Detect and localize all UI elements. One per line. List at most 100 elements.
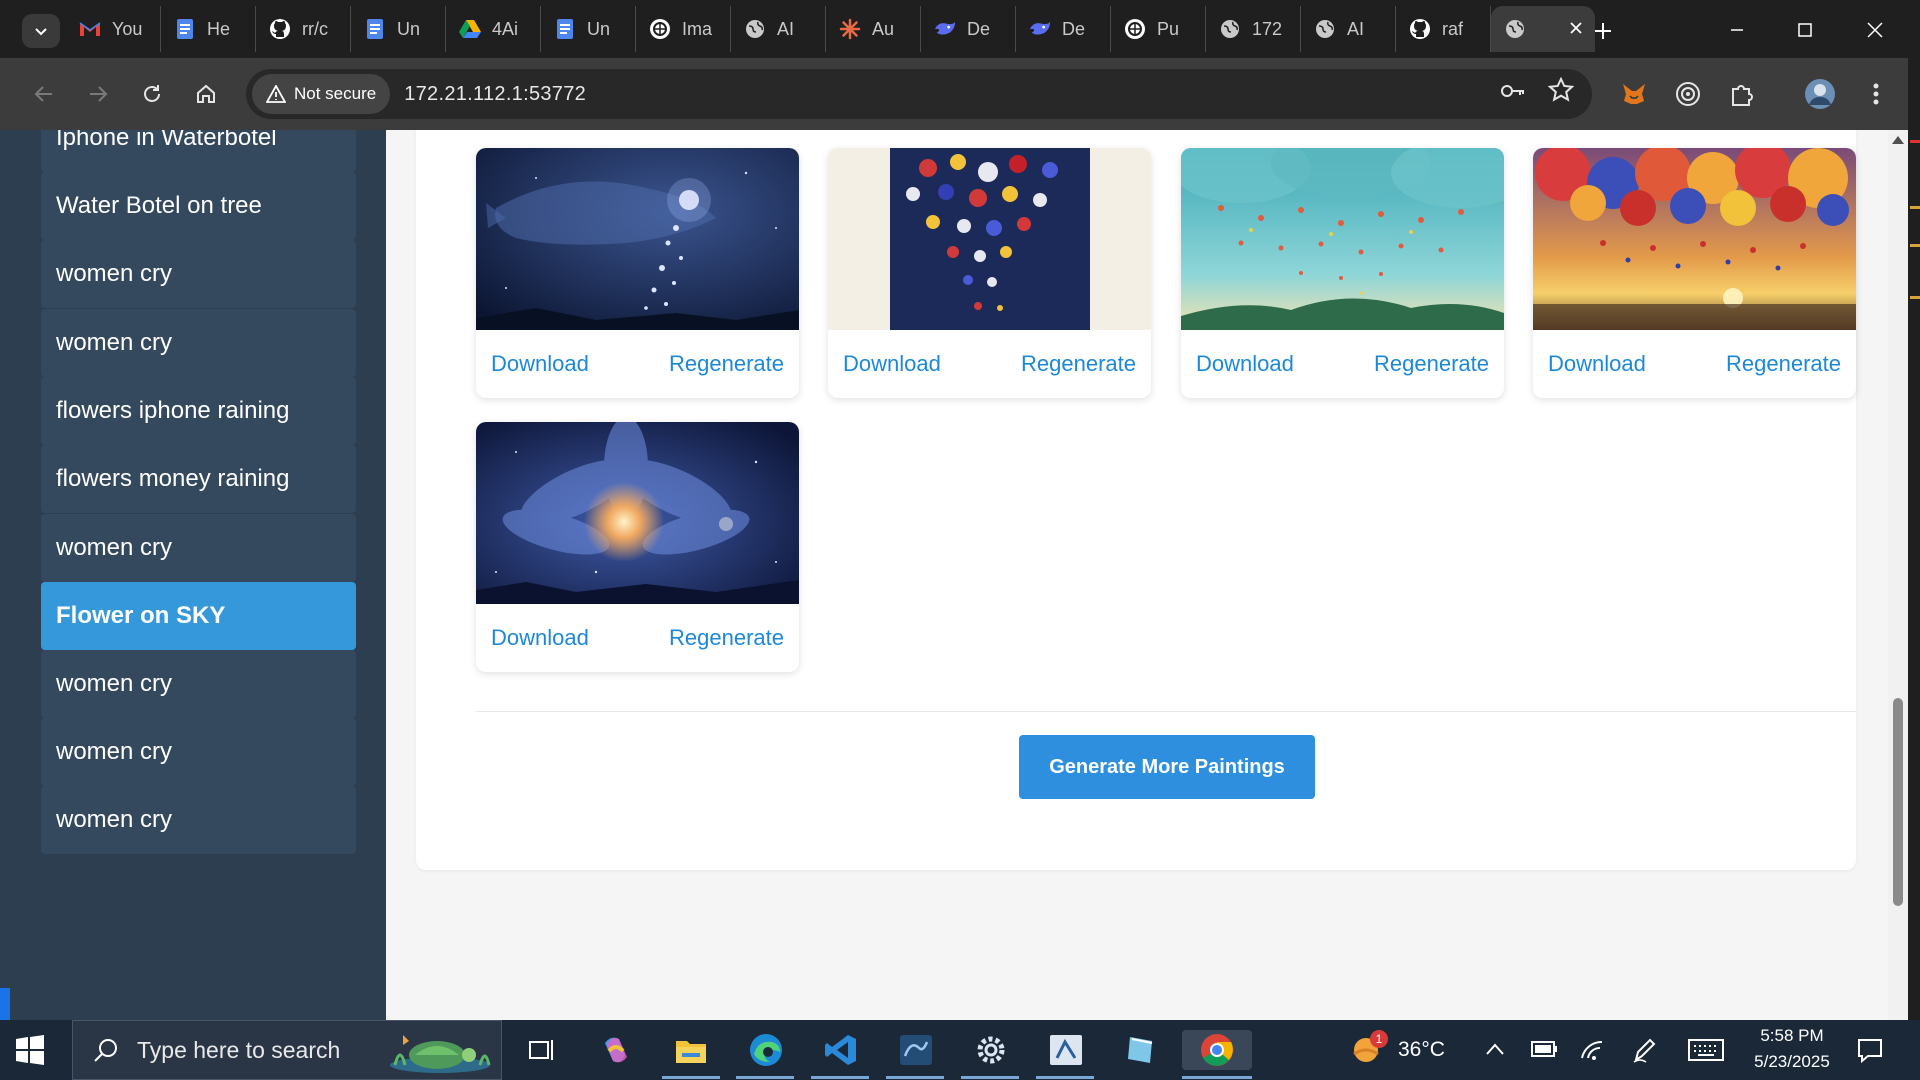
download-link[interactable]: Download [1196, 351, 1294, 377]
generate-more-button[interactable]: Generate More Paintings [1019, 735, 1315, 799]
weather-temperature[interactable]: 36°C [1398, 1038, 1445, 1062]
wifi-icon[interactable] [1580, 1038, 1606, 1062]
card-actions: Download Regenerate [828, 330, 1151, 398]
sidebar-history-item[interactable]: Flower on SKY [41, 582, 356, 650]
password-key-icon[interactable] [1498, 77, 1526, 105]
browser-tab[interactable]: rr/c [256, 6, 351, 52]
browser-tab[interactable]: De [1016, 6, 1111, 52]
section-divider [476, 711, 1856, 712]
browser-tab[interactable]: AI [731, 6, 826, 52]
clock-time[interactable]: 5:58 PM [1756, 1026, 1828, 1046]
browser-tab[interactable]: Un [541, 6, 636, 52]
browser-tab[interactable]: De [921, 6, 1016, 52]
more-vertical-icon [1873, 83, 1879, 105]
browser-tab[interactable]: Au [826, 6, 921, 52]
regenerate-link[interactable]: Regenerate [1374, 351, 1489, 377]
taskbar-search[interactable]: Type here to search [72, 1020, 502, 1080]
chevron-up-icon[interactable] [1484, 1040, 1506, 1058]
home-button[interactable] [188, 76, 224, 112]
scroll-up-arrow-icon[interactable] [1892, 136, 1904, 144]
windows-start-icon[interactable] [14, 1034, 46, 1066]
file-explorer-app[interactable] [669, 1030, 713, 1070]
copilot-app[interactable] [594, 1030, 638, 1070]
extensions-button[interactable] [1724, 76, 1760, 112]
sidebar-history-item[interactable]: women cry [41, 786, 356, 854]
tab-title: Un [397, 18, 421, 39]
profile-button[interactable] [1802, 76, 1838, 112]
download-link[interactable]: Download [491, 625, 589, 651]
site-security-chip[interactable]: Not secure [252, 74, 391, 114]
new-tab-button[interactable] [1586, 14, 1620, 48]
sidebar-history-item[interactable]: women cry [41, 650, 356, 718]
regenerate-link[interactable]: Regenerate [1726, 351, 1841, 377]
browser-menu-button[interactable] [1858, 76, 1894, 112]
reload-button[interactable] [134, 76, 170, 112]
browser-tab[interactable]: 172 [1206, 6, 1301, 52]
running-indicator [961, 1076, 1019, 1079]
maximize-button[interactable] [1782, 10, 1828, 50]
close-window-button[interactable] [1852, 10, 1898, 50]
sidebar-history-item[interactable]: Water Botel on tree [41, 172, 356, 240]
battery-icon[interactable] [1530, 1038, 1558, 1060]
tab-search-button[interactable] [22, 14, 60, 48]
sidebar-history-item[interactable]: flowers iphone raining [41, 377, 356, 445]
regenerate-link[interactable]: Regenerate [669, 351, 784, 377]
download-link[interactable]: Download [843, 351, 941, 377]
forward-button[interactable] [80, 76, 116, 112]
clock-date[interactable]: 5/23/2025 [1744, 1052, 1840, 1072]
starry-whale-painting[interactable] [476, 148, 799, 330]
browser-tab[interactable]: Un [351, 6, 446, 52]
globe-icon [1313, 17, 1337, 41]
bookmark-star-icon[interactable] [1548, 77, 1574, 103]
sidebar-history-item[interactable]: flowers money raining [41, 445, 356, 513]
metamask-extension-button[interactable] [1616, 76, 1652, 112]
globe-icon [1218, 17, 1242, 41]
scrollbar-thumb[interactable] [1893, 698, 1903, 906]
notification-icon[interactable] [1856, 1036, 1884, 1064]
browser-tab[interactable]: raf [1396, 6, 1491, 52]
notes-app[interactable] [1119, 1030, 1163, 1070]
close-tab-icon[interactable] [1569, 19, 1583, 40]
regenerate-link[interactable]: Regenerate [669, 625, 784, 651]
vscode-app[interactable] [819, 1030, 863, 1070]
sidebar-history-item[interactable]: women cry [41, 240, 356, 308]
browser-tab[interactable]: 4Ai [446, 6, 541, 52]
browser-tab[interactable]: You [66, 6, 161, 52]
page-scrollbar[interactable] [1888, 130, 1908, 1020]
windows-taskbar: Type here to search 1 36°C 5:58 PM 5/23/… [0, 1020, 1920, 1080]
tab-title: rr/c [302, 18, 328, 39]
regenerate-link[interactable]: Regenerate [1021, 351, 1136, 377]
download-link[interactable]: Download [1548, 351, 1646, 377]
tab-title: De [1062, 18, 1086, 39]
browser-tab-active[interactable] [1491, 6, 1595, 52]
download-link[interactable]: Download [491, 351, 589, 377]
cosmic-lotus-painting[interactable] [476, 422, 799, 604]
keyboard-icon[interactable] [1688, 1038, 1724, 1062]
edge-app[interactable] [744, 1030, 788, 1070]
back-button[interactable] [26, 76, 62, 112]
chrome-app[interactable] [1182, 1030, 1252, 1070]
browser-tab[interactable]: Ima [636, 6, 731, 52]
browser-tab[interactable]: He [161, 6, 256, 52]
sidebar-history-item[interactable]: women cry [41, 514, 356, 582]
settings-app[interactable] [969, 1030, 1013, 1070]
sunset-flower-clouds-painting[interactable] [1533, 148, 1856, 330]
ssms-app[interactable] [1044, 1030, 1088, 1070]
url-text[interactable]: 172.21.112.1:53772 [404, 83, 586, 106]
browser-tab[interactable]: AI [1301, 6, 1396, 52]
running-indicator [886, 1076, 944, 1079]
extension-target-button[interactable] [1670, 76, 1706, 112]
maximize-icon [1798, 23, 1812, 37]
deepseek-icon [933, 17, 957, 41]
sidebar-history-item[interactable]: Iphone in Waterbotel [41, 130, 356, 172]
falling-flowers-night-painting[interactable] [828, 148, 1151, 330]
teal-sky-flower-rain-painting[interactable] [1181, 148, 1504, 330]
sidebar-history-item[interactable]: women cry [41, 718, 356, 786]
task-view-button[interactable] [520, 1030, 564, 1070]
address-bar[interactable]: Not secure 172.21.112.1:53772 [246, 69, 1592, 119]
browser-tab[interactable]: Pu [1111, 6, 1206, 52]
pen-icon[interactable] [1632, 1036, 1658, 1064]
mysql-workbench-app[interactable] [894, 1030, 938, 1070]
minimize-button[interactable] [1714, 10, 1760, 50]
sidebar-history-item[interactable]: women cry [41, 309, 356, 377]
